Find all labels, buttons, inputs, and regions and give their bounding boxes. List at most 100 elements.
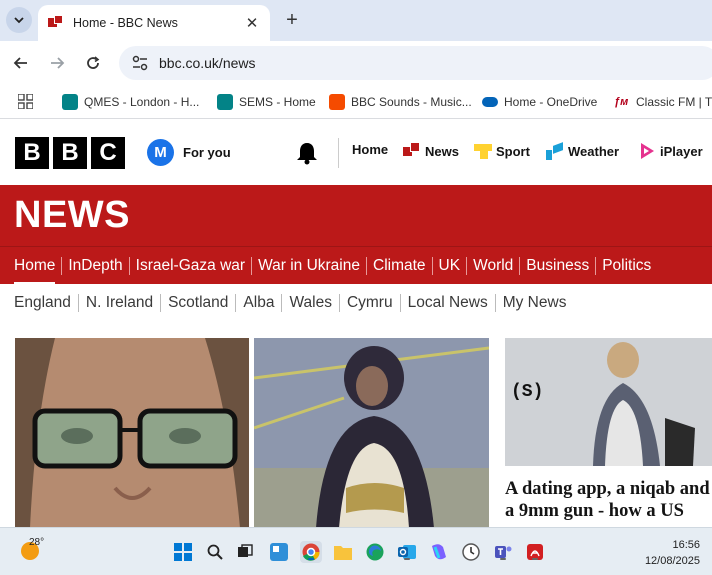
- bbc-logo[interactable]: B B C: [15, 137, 125, 169]
- temperature-label: 28°: [29, 537, 45, 548]
- new-tab-button[interactable]: +: [280, 8, 304, 32]
- news-nav-item-politics[interactable]: Politics: [596, 247, 657, 284]
- nav-home[interactable]: Home: [352, 142, 388, 157]
- start-icon[interactable]: [172, 541, 194, 563]
- nav-divider: [338, 138, 339, 168]
- account-avatar: M: [147, 139, 174, 166]
- chevron-down-icon: [14, 17, 24, 24]
- section-title[interactable]: NEWS: [14, 194, 130, 237]
- clock-app-icon[interactable]: [460, 541, 482, 563]
- news-nav-item-uk[interactable]: UK: [433, 247, 467, 284]
- file-explorer-icon[interactable]: [332, 541, 354, 563]
- bookmark-qmes[interactable]: QMES - London - H...: [62, 92, 199, 112]
- reload-button[interactable]: [82, 52, 104, 74]
- nav-sport-label: Sport: [496, 143, 530, 159]
- widgets-icon[interactable]: [268, 541, 290, 563]
- notifications-bell-icon[interactable]: [294, 140, 320, 166]
- reload-icon: [87, 56, 100, 69]
- sharepoint-icon: [62, 94, 78, 110]
- clock-time: 16:56: [672, 539, 700, 551]
- address-bar[interactable]: bbc.co.uk/news: [119, 46, 712, 80]
- bbc-news-favicon-icon: [48, 15, 64, 31]
- subnav-item-england[interactable]: England: [0, 294, 78, 312]
- edge-icon[interactable]: [364, 541, 386, 563]
- sharepoint-icon: [217, 94, 233, 110]
- outlook-icon[interactable]: [396, 541, 418, 563]
- news-nav-item-world[interactable]: World: [467, 247, 519, 284]
- search-icon[interactable]: [204, 541, 226, 563]
- bookmark-label: Classic FM | Th: [636, 95, 712, 109]
- teams-icon[interactable]: [492, 541, 514, 563]
- back-button[interactable]: [10, 52, 32, 74]
- news-nav-item-ukraine[interactable]: War in Ukraine: [252, 247, 366, 284]
- news-nav-item-business[interactable]: Business: [520, 247, 595, 284]
- tab-strip: Home - BBC News ✕ +: [0, 0, 712, 41]
- site-settings-icon[interactable]: [131, 54, 149, 72]
- bbc-sounds-icon: [329, 94, 345, 110]
- tab-search-button[interactable]: [6, 7, 32, 33]
- bookmark-label: Home - OneDrive: [504, 95, 598, 109]
- subnav-item-wales[interactable]: Wales: [282, 294, 339, 312]
- arrow-right-icon: [51, 57, 65, 69]
- news-section-nav: Home InDepth Israel-Gaza war War in Ukra…: [0, 246, 712, 284]
- nav-home-label: Home: [352, 142, 389, 157]
- featured-story-headline[interactable]: A dating app, a niqab and a 9mm gun - ho…: [505, 478, 712, 522]
- nav-iplayer[interactable]: iPlayer: [638, 142, 703, 160]
- bookmark-label: BBC Sounds - Music...: [351, 95, 472, 109]
- forward-button[interactable]: [46, 52, 68, 74]
- system-clock[interactable]: 16:56 12/08/2025: [645, 537, 700, 569]
- task-view-icon[interactable]: [234, 541, 256, 563]
- bookmark-bbc-sounds[interactable]: BBC Sounds - Music...: [329, 92, 472, 112]
- weather-icon: [546, 142, 564, 160]
- for-you-link[interactable]: M For you: [147, 139, 231, 166]
- bookmark-onedrive[interactable]: Home - OneDrive: [482, 92, 597, 112]
- nav-weather[interactable]: Weather: [546, 142, 619, 160]
- browser-toolbar: bbc.co.uk/news: [0, 41, 712, 85]
- apps-grid-icon[interactable]: [18, 94, 33, 109]
- subnav-item-cymru[interactable]: Cymru: [340, 294, 400, 312]
- tab-title: Home - BBC News: [73, 16, 178, 30]
- story-image-cctv-woman[interactable]: (S): [505, 338, 712, 466]
- windows-taskbar: 28° 16:56 12/08/2025: [0, 527, 712, 575]
- bookmark-classic-fm[interactable]: ƒм Classic FM | Th: [614, 92, 712, 112]
- bbc-logo-letter: B: [53, 137, 87, 169]
- news-icon: [403, 142, 421, 160]
- news-nav-item-home[interactable]: Home: [0, 247, 61, 284]
- acrobat-icon[interactable]: [524, 541, 546, 563]
- subnav-item-alba[interactable]: Alba: [236, 294, 281, 312]
- bookmark-label: QMES - London - H...: [84, 95, 200, 109]
- subnav-item-my-news[interactable]: My News: [496, 294, 574, 312]
- news-nav-item-israel-gaza[interactable]: Israel-Gaza war: [130, 247, 251, 284]
- copilot-icon[interactable]: [428, 541, 450, 563]
- chrome-icon[interactable]: [300, 541, 322, 563]
- nav-news[interactable]: News: [403, 142, 459, 160]
- bookmark-sems[interactable]: SEMS - Home: [217, 92, 316, 112]
- arrow-left-icon: [13, 57, 27, 69]
- regional-subnav: England N. Ireland Scotland Alba Wales C…: [0, 284, 712, 322]
- for-you-label: For you: [183, 145, 231, 160]
- news-nav-item-climate[interactable]: Climate: [367, 247, 432, 284]
- nav-weather-label: Weather: [568, 143, 620, 159]
- url-text: bbc.co.uk/news: [159, 55, 256, 71]
- running-indicator: [532, 558, 538, 560]
- nav-news-label: News: [425, 143, 459, 159]
- subnav-item-local-news[interactable]: Local News: [401, 294, 495, 312]
- nav-iplayer-label: iPlayer: [660, 143, 703, 159]
- close-tab-icon[interactable]: ✕: [242, 13, 262, 33]
- bookmarks-bar: QMES - London - H... SEMS - Home BBC Sou…: [0, 85, 712, 119]
- story-image-mugshot[interactable]: [15, 338, 249, 528]
- story-image-cctv[interactable]: [254, 338, 489, 528]
- subnav-item-n-ireland[interactable]: N. Ireland: [79, 294, 160, 312]
- clock-date: 12/08/2025: [644, 555, 700, 567]
- bbc-logo-letter: B: [15, 137, 49, 169]
- bookmark-label: SEMS - Home: [239, 95, 316, 109]
- svg-text:(S): (S): [511, 382, 543, 402]
- sport-icon: [474, 142, 492, 160]
- running-indicator: [308, 558, 314, 560]
- news-nav-item-indepth[interactable]: InDepth: [62, 247, 128, 284]
- bbc-masthead: B B C M For you Home News Sport Weather: [0, 120, 712, 185]
- nav-sport[interactable]: Sport: [474, 142, 530, 160]
- running-indicator: [404, 558, 410, 560]
- browser-tab-active[interactable]: Home - BBC News ✕: [38, 5, 270, 41]
- subnav-item-scotland[interactable]: Scotland: [161, 294, 235, 312]
